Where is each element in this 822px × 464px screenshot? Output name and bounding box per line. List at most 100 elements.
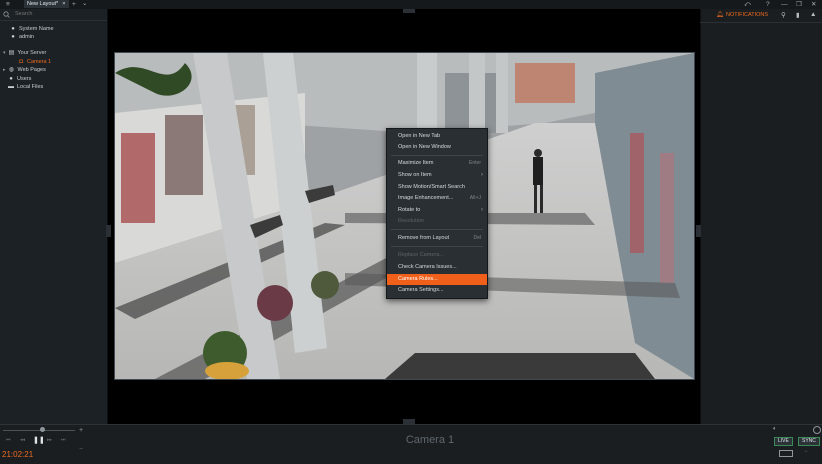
menu-item-image-enhancement[interactable]: Image Enhancement... Alt+J [387,193,487,204]
tree-item-web-pages[interactable]: ▸ ◍ Web Pages [3,66,46,74]
tab-label: New Layout* [27,1,59,7]
pause-icon[interactable]: ❚❚ [33,436,45,444]
restore-icon[interactable]: ❐ [796,0,802,9]
server-icon: ▤ [8,50,15,56]
tree-item-label: Local Files [17,84,44,90]
tab-new-layout[interactable]: New Layout* × [24,0,70,8]
expand-arrow-icon[interactable]: ▸ [3,66,6,74]
menu-item-open-in-new-window[interactable]: Open in New Window [387,142,487,153]
menu-separator [391,229,483,230]
menu-separator [391,246,483,247]
tree-item-label: Users [17,76,32,82]
timeline-minus-icon[interactable]: − [804,449,808,455]
camera-icon: ◘ [19,59,23,65]
menu-item-label: Camera Settings... [398,287,444,293]
menu-item-shortcut: Del [473,235,481,241]
step-forward-icon[interactable]: ▸▸ [47,437,52,443]
menu-item-resolution: Resolution [387,216,487,227]
menu-item-label: Open in New Window [398,144,451,150]
users-icon: ● [9,76,13,82]
user-icon: ● [11,34,15,40]
speed-slider-handle[interactable] [40,427,45,432]
thumbnails-icon[interactable] [779,450,793,457]
notifications-header: 🔔︎ NOTIFICATIONS ⚲ ▮ ▲ [700,9,822,23]
collapse-left-handle[interactable] [106,225,111,237]
tree-item-local-files[interactable]: ▬ Local Files [8,83,43,91]
timeline-camera-name: Camera 1 [405,434,455,446]
bell-icon[interactable]: 🔔︎ [716,11,724,18]
menu-item-label: Check Camera Issues... [398,264,457,270]
main-menu-icon[interactable]: ≡ [6,0,10,9]
context-menu: Open in New Tab Open in New Window Maxim… [386,128,488,299]
tree-item-label: Web Pages [17,67,46,73]
menu-item-label: Image Enhancement... [398,195,454,201]
calendar-icon[interactable] [813,426,821,434]
menu-item-open-in-new-tab[interactable]: Open in New Tab [387,131,487,142]
speed-slider-track[interactable] [3,430,75,431]
menu-item-remove-from-layout[interactable]: Remove from Layout Del [387,233,487,244]
tabs-dropdown-icon[interactable]: ⌄ [82,0,87,8]
submenu-arrow-icon: › [481,172,483,178]
menu-item-replace-camera: Replace Camera... [387,250,487,261]
menu-item-label: Rotate to [398,207,421,213]
close-window-icon[interactable]: ✕ [811,0,816,9]
jump-back-icon[interactable]: ⏮ [6,437,11,443]
menu-item-check-camera-issues[interactable]: Check Camera Issues... [387,262,487,273]
menu-item-shortcut: Alt+J [469,195,481,201]
tree-item-label: admin [19,34,34,40]
tree-item-users[interactable]: ● Users [8,75,31,83]
menu-item-show-on-item[interactable]: Show on Item › [387,170,487,181]
submenu-arrow-icon: › [481,207,483,213]
motion-icon[interactable]: ⚲ [781,11,786,19]
live-button[interactable]: LIVE [774,437,793,446]
menu-item-label: Remove from Layout [398,235,450,241]
search-bar[interactable] [0,9,107,21]
menu-item-shortcut: Enter [469,160,481,166]
menu-item-show-motion-smart-search[interactable]: Show Motion/Smart Search [387,182,487,193]
tree-item-label: System Name [19,26,54,32]
alert-icon[interactable]: ▲ [810,11,816,18]
add-tab-icon[interactable]: + [72,0,76,9]
bookmark-icon[interactable]: ▮ [796,11,800,19]
notifications-panel [700,9,822,424]
menu-item-label: Show Motion/Smart Search [398,184,465,190]
expand-arrow-icon[interactable]: ▾ [3,49,6,57]
tree-item-label: Your Server [17,50,47,56]
globe-icon: ◍ [8,67,15,73]
step-back-icon[interactable]: ◂◂ [20,437,25,443]
help-icon[interactable]: ? [766,0,770,9]
tab-close-icon[interactable]: × [62,0,65,8]
current-time: 21:02:21 [2,450,34,459]
back-icon[interactable]: ⤺ [744,0,751,9]
menu-item-label: Show on Item [398,172,432,178]
tree-item-admin[interactable]: ● admin [10,33,34,41]
minimize-icon[interactable]: — [781,0,788,9]
menu-item-rotate-to[interactable]: Rotate to › [387,205,487,216]
menu-item-camera-settings[interactable]: Camera Settings... [387,285,487,296]
search-icon [3,11,10,18]
folder-icon: ▬ [8,84,14,90]
menu-item-label: Open in New Tab [398,133,441,139]
tree-item-label: Camera 1 [27,59,52,65]
volume-icon[interactable]: 🔈︎ [773,426,777,433]
zoom-in-icon[interactable]: + [79,427,83,434]
jump-forward-icon[interactable]: ⏭ [61,437,66,443]
menu-item-maximize-item[interactable]: Maximize Item Enter [387,158,487,169]
search-input[interactable] [15,10,103,18]
tree-item-your-server[interactable]: ▾ ▤ Your Server [3,49,46,57]
title-bar [0,0,822,9]
tree-item-camera-1[interactable]: ◘ Camera 1 [18,58,51,66]
resource-icon: ● [11,26,15,32]
menu-separator [391,155,483,156]
sync-button[interactable]: SYNC [798,437,820,446]
collapse-right-handle[interactable] [696,225,701,237]
tree-item-system-name[interactable]: ● System Name [10,25,54,33]
menu-item-label: Camera Rules... [398,276,438,282]
collapse-top-handle[interactable] [403,9,415,13]
zoom-out-icon[interactable]: − [79,446,83,453]
notifications-tab[interactable]: NOTIFICATIONS [726,12,768,18]
menu-item-label: Resolution [398,218,424,224]
menu-item-label: Replace Camera... [398,252,444,258]
menu-item-label: Maximize Item [398,160,434,166]
menu-item-camera-rules[interactable]: Camera Rules... [387,274,487,285]
